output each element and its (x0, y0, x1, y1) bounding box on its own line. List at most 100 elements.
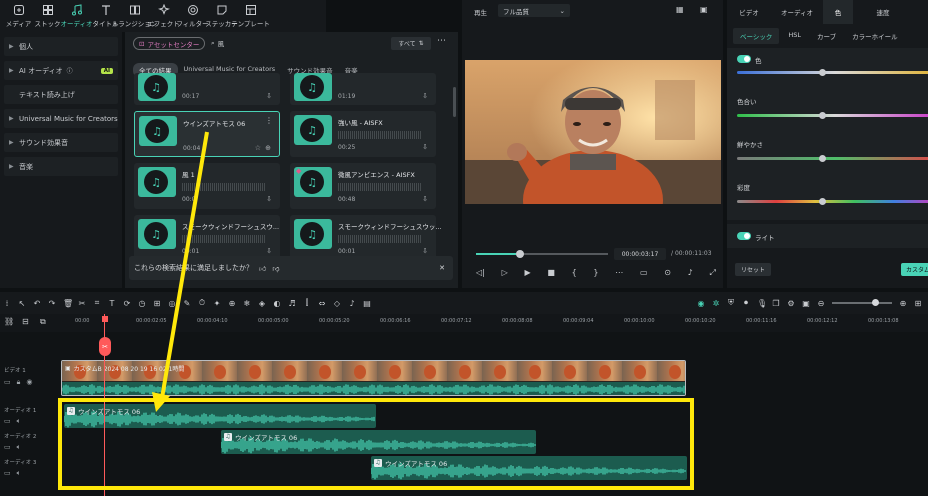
render-icon[interactable]: ◉ (697, 299, 705, 308)
picture-icon[interactable]: ▣ (802, 299, 810, 308)
speaker-icon[interactable]: 🔈︎ (17, 443, 21, 452)
play-back-icon[interactable]: ▷ (502, 268, 508, 278)
zoom-slider[interactable] (832, 299, 892, 306)
mask-icon[interactable]: ◎ (168, 299, 176, 308)
sub-tab-curve[interactable]: カーブ (810, 28, 843, 44)
display-icon[interactable]: ▭ (640, 268, 648, 278)
tab-color[interactable]: 色 (823, 0, 853, 24)
layers-icon[interactable]: ❐ (772, 299, 780, 308)
folder-icon[interactable]: ▭ (4, 378, 11, 387)
star-icon[interactable]: ☆ (255, 144, 261, 152)
image-icon[interactable]: ▣ (700, 5, 708, 14)
track-add-icon[interactable]: ⊟ (22, 317, 29, 326)
sidebar-item-universal-music[interactable]: ▶ Universal Music for Creators (4, 109, 118, 128)
volume-icon[interactable]: ♪ (688, 268, 693, 278)
reset-button[interactable]: リセット (735, 263, 772, 276)
speaker-icon[interactable]: 🔈︎ (17, 417, 21, 426)
saturation-slider[interactable] (737, 200, 928, 203)
thumbs-up-icon[interactable]: 👍︎ (259, 264, 266, 273)
audio-card[interactable]: ♫ 00:17 ⇩ (134, 73, 280, 105)
track-mode-icon[interactable]: ⧉ (40, 317, 46, 327)
link-icon[interactable]: ⛓ (4, 317, 14, 326)
beat-icon[interactable]: ♪ (348, 299, 356, 308)
text-icon[interactable]: T (108, 299, 116, 308)
fullscreen-icon[interactable]: ⤢ (709, 268, 715, 278)
tab-speed[interactable]: 速度 (853, 0, 913, 24)
toolbar-media[interactable]: メディア (4, 0, 33, 32)
select-tool-icon[interactable]: ↖ (18, 299, 26, 308)
scrollbar[interactable] (453, 87, 456, 117)
snapshot-icon[interactable]: ⊙ (664, 268, 671, 278)
zoom-out-icon[interactable]: ⊖ (817, 299, 825, 308)
sub-tab-hsl[interactable]: HSL (781, 28, 808, 44)
timeline-ruler[interactable]: ⛓ ⊟ ⧉ 00:00 00:00:02:05 00:00:04:10 00:00:0… (0, 314, 928, 332)
audio-adjust-icon[interactable]: ♬ (288, 299, 296, 308)
audio-card[interactable]: ♫ 風 1 00:0 ⇩ (134, 163, 280, 209)
playback-progress[interactable] (476, 253, 608, 255)
rotate-icon[interactable]: ⟳ (123, 299, 131, 308)
tracking-icon[interactable]: ⊕ (228, 299, 236, 308)
playhead-marker[interactable] (102, 316, 108, 322)
audio-card-selected[interactable]: ♫ ウインズアトモス 06 ⋮ 00:04 ☆ ⊕ (134, 111, 280, 157)
vibrance-slider[interactable] (737, 157, 928, 160)
grid-view-icon[interactable]: ⊞ (914, 299, 922, 308)
speed-icon[interactable]: ◷ (138, 299, 146, 308)
download-icon[interactable]: ⇩ (422, 247, 428, 255)
light-toggle[interactable] (737, 232, 751, 240)
zoom-in-icon[interactable]: ⊕ (899, 299, 907, 308)
toolbar-filter[interactable]: フィルター (176, 0, 209, 32)
keyframe-icon[interactable]: ◇ (333, 299, 341, 308)
sidebar-item-ai-audio[interactable]: ▶ AI オーディオ ⓘ AI (4, 61, 118, 80)
current-timecode[interactable]: 00:00:03:17 (614, 248, 666, 260)
mic-icon[interactable]: 🎙︎ (757, 299, 767, 308)
download-icon[interactable]: ⇩ (422, 143, 428, 151)
tab-audio[interactable]: オーディオ (771, 0, 823, 24)
progress-knob[interactable] (516, 250, 524, 258)
folder-icon[interactable]: ▭ (4, 469, 11, 478)
grid-layout-icon[interactable]: ⁞ (3, 299, 11, 308)
play-icon[interactable]: ▶ (524, 268, 530, 278)
sidebar-item-sound-effects[interactable]: ▶ サウンド効果音 (4, 133, 118, 152)
crop-zoom-icon[interactable]: ⊞ (153, 299, 161, 308)
search-input[interactable]: ⌕ 風 (211, 38, 224, 49)
audio-card[interactable]: ♫ 強い風 - AISFX 00:25 ⇩ (290, 111, 436, 157)
download-icon[interactable]: ⇩ (422, 195, 428, 203)
tint-slider[interactable] (737, 114, 928, 117)
sidebar-item-tts[interactable]: テキスト読み上げ (4, 85, 118, 104)
sidebar-item-music[interactable]: ▶ 音楽 (4, 157, 118, 176)
folder-icon[interactable]: ▭ (4, 443, 11, 452)
temperature-slider[interactable] (737, 71, 928, 74)
playhead-scissors-icon[interactable]: ✂ (99, 337, 111, 356)
slider-knob[interactable] (819, 155, 826, 162)
download-icon[interactable]: ⇩ (266, 92, 272, 100)
add-icon[interactable]: ⊕ (265, 144, 271, 152)
tab-video[interactable]: ビデオ (727, 0, 771, 24)
more-icon[interactable]: ⋯ (615, 268, 623, 278)
audio-card[interactable]: ♫ スモークウィンドフーシュスウッ... 00:01 ⇩ (290, 215, 442, 261)
color-toggle[interactable] (737, 55, 751, 63)
snap-icon[interactable]: ✲ (712, 299, 720, 308)
split-icon[interactable]: ⫿ (303, 298, 311, 308)
grid-icon[interactable]: ▦ (676, 5, 684, 14)
shield-icon[interactable]: ⛨ (727, 298, 735, 308)
download-icon[interactable]: ⇩ (266, 247, 272, 255)
sidebar-item-personal[interactable]: ▶ 個人 (4, 37, 118, 56)
speaker-icon[interactable]: 🔈︎ (17, 469, 21, 478)
toolbar-effect[interactable]: エフェクト (147, 0, 180, 32)
quality-select[interactable]: フル品質 ⌄ (498, 4, 570, 17)
slider-knob[interactable] (819, 112, 826, 119)
video-frame[interactable] (465, 60, 721, 204)
thumbs-down-icon[interactable]: 👎︎ (272, 264, 279, 273)
slider-knob[interactable] (819, 198, 826, 205)
stabilize-icon[interactable]: ◈ (258, 299, 266, 308)
audio-card[interactable]: ♫ 01:19 ⇩ (290, 73, 436, 105)
slider-knob[interactable] (819, 69, 826, 76)
toolbar-stock[interactable]: ストック (33, 0, 62, 32)
folder-icon[interactable]: ▭ (4, 417, 11, 426)
more-options-icon[interactable]: ⋯ (437, 36, 446, 46)
undo-icon[interactable]: ↶ (33, 299, 41, 308)
toolbar-transition[interactable]: トランジション (112, 0, 157, 32)
download-icon[interactable]: ⇩ (422, 92, 428, 100)
magic-icon[interactable]: ✦ (213, 299, 221, 308)
mark-in-icon[interactable]: { (572, 268, 577, 278)
